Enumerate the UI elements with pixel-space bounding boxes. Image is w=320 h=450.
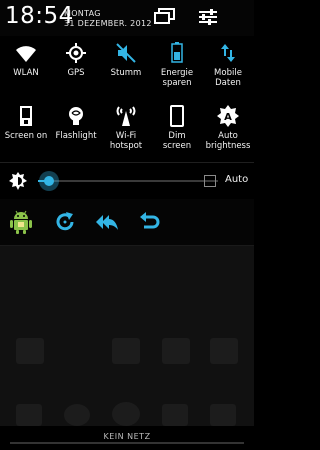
tile-mobile-data[interactable]: Mobile Daten — [202, 36, 254, 98]
wifi-hotspot-icon — [114, 105, 138, 127]
undo-icon[interactable] — [136, 209, 162, 235]
auto-brightness-label: Auto — [225, 174, 249, 185]
background-app-icon — [210, 338, 238, 364]
auto-brightness-icon: A — [216, 105, 240, 127]
tile-screen-on[interactable]: Screen on — [0, 99, 52, 161]
tile-flashlight[interactable]: Flashlight — [50, 99, 102, 161]
background-dock-icon — [162, 404, 188, 426]
dimmed-home-screen — [0, 246, 254, 426]
shortcut-bar — [0, 199, 254, 246]
tile-gps[interactable]: GPS — [50, 36, 102, 98]
tile-energy-saver[interactable]: Energie sparen — [151, 36, 203, 98]
tile-wifi-hotspot[interactable]: Wi-Fi hotspot — [100, 99, 152, 161]
background-dock-icon — [112, 402, 140, 426]
dim-screen-icon — [165, 105, 189, 127]
status-footer: KEIN NETZ — [0, 426, 254, 450]
battery-saver-icon — [165, 42, 189, 64]
brightness-row: Auto — [0, 162, 254, 200]
brightness-sun-icon — [9, 172, 27, 190]
mute-icon — [114, 42, 138, 64]
date-label: 31 DEZEMBER. 2012 — [64, 19, 152, 28]
notification-header: 18:54 MONTAG 31 DEZEMBER. 2012 — [0, 0, 254, 37]
quick-settings-grid: WLAN GPS Stumm Energie sparen Mobile Dat… — [0, 36, 254, 162]
auto-brightness-checkbox[interactable] — [204, 175, 216, 187]
recents-icon[interactable] — [154, 8, 176, 26]
background-app-icon — [16, 338, 44, 364]
tile-wlan[interactable]: WLAN — [0, 36, 52, 98]
drag-handle[interactable] — [10, 442, 244, 444]
tile-label-line2: brightness — [205, 141, 251, 151]
background-dock-icon — [16, 404, 42, 426]
tile-auto-brightness[interactable]: A Auto brightness — [202, 99, 254, 161]
svg-text:A: A — [224, 112, 232, 123]
settings-sliders-icon[interactable] — [197, 8, 219, 26]
reply-all-icon[interactable] — [94, 209, 120, 235]
gps-icon — [64, 42, 88, 64]
refresh-icon[interactable] — [52, 209, 78, 235]
background-dock-icon — [210, 404, 236, 426]
tile-label: Auto — [218, 131, 238, 141]
tile-label: Mobile — [214, 68, 242, 78]
flashlight-icon — [64, 105, 88, 127]
mobile-data-icon — [216, 42, 240, 64]
brightness-slider-thumb[interactable] — [38, 171, 59, 191]
weekday-label: MONTAG — [64, 9, 101, 18]
background-dock-icon — [64, 404, 90, 426]
background-app-icon — [112, 338, 140, 364]
carrier-status: KEIN NETZ — [103, 432, 151, 441]
screen-on-icon — [14, 105, 38, 127]
tile-mute[interactable]: Stumm — [100, 36, 152, 98]
background-app-icon — [162, 338, 190, 364]
wifi-icon — [14, 42, 38, 64]
tile-label-line2: Daten — [215, 78, 241, 88]
brightness-slider-track[interactable] — [38, 180, 218, 182]
tile-dim-screen[interactable]: Dim screen — [151, 99, 203, 161]
android-icon[interactable] — [8, 209, 34, 235]
